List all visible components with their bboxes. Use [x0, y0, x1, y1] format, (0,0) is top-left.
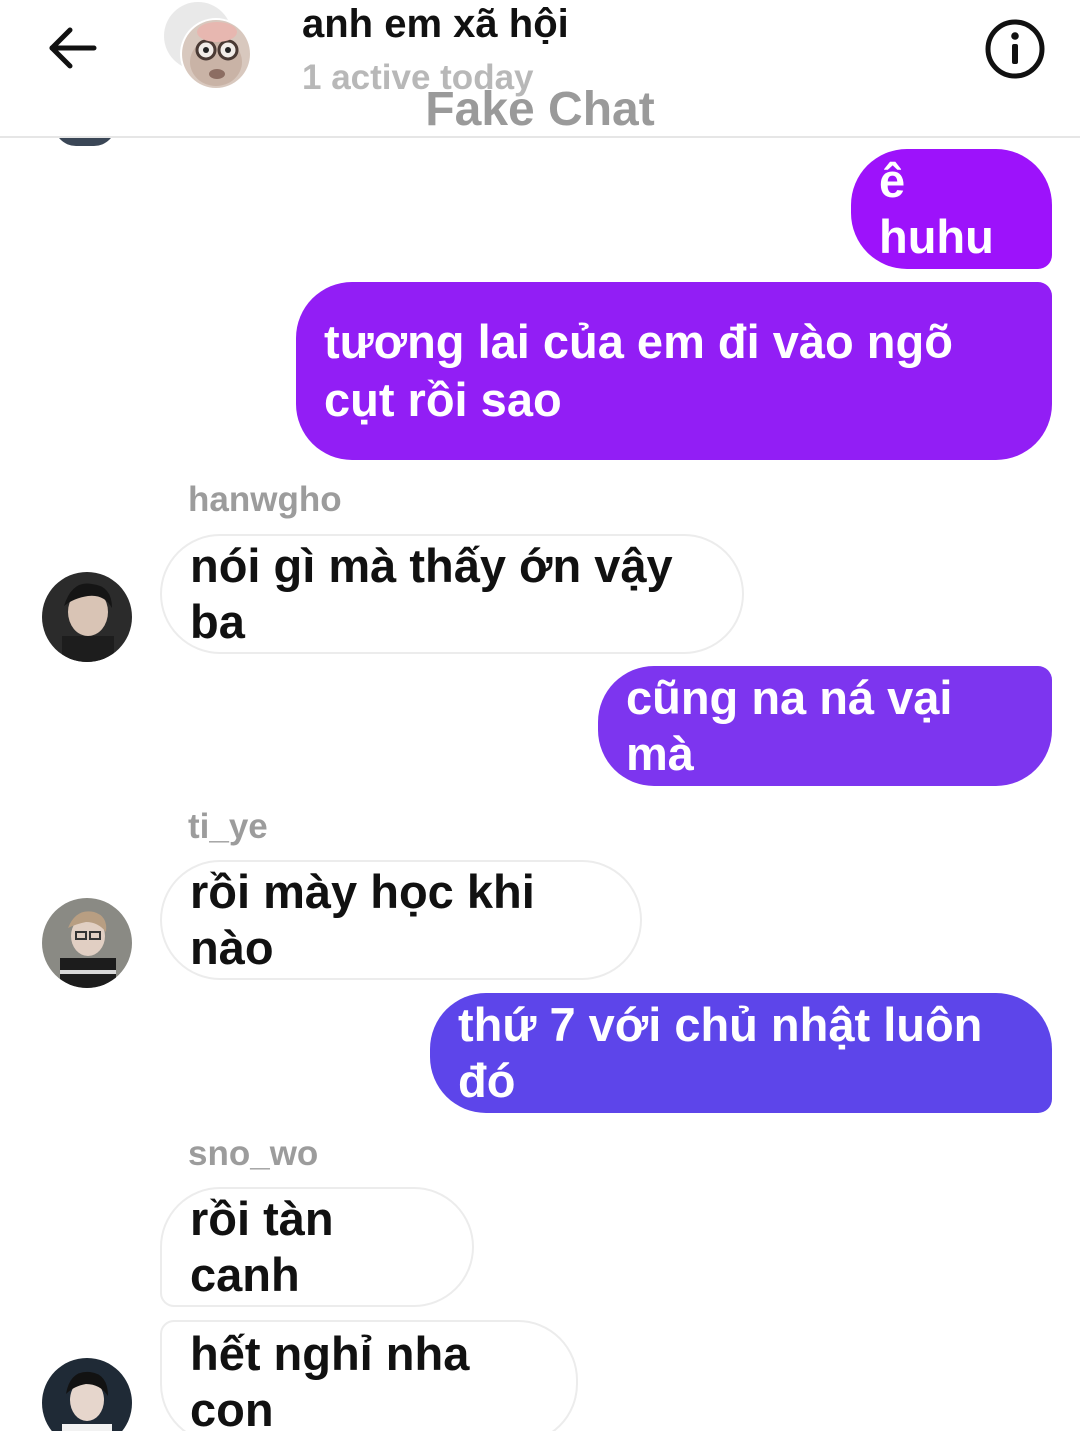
outgoing-message-bubble[interactable]: thứ 7 với chủ nhật luôn đó [430, 993, 1052, 1113]
arrow-left-icon [49, 27, 97, 69]
chat-header: anh em xã hội 1 active today Fake Chat [0, 0, 1080, 138]
avatar[interactable] [42, 898, 132, 988]
chat-title[interactable]: anh em xã hội [302, 2, 569, 47]
message-text: rồi tàn canh [190, 1192, 334, 1301]
outgoing-message-bubble[interactable]: cũng na ná vại mà [598, 666, 1052, 786]
message-text: thứ 7 với chủ nhật luôn đó [458, 998, 983, 1107]
avatar[interactable] [42, 572, 132, 662]
incoming-message-bubble[interactable]: hết nghỉ nha con [160, 1320, 578, 1431]
message-text: cũng na ná vại mà [626, 671, 953, 780]
sender-name: ti_ye [188, 807, 268, 846]
incoming-message-bubble[interactable]: nói gì mà thấy ớn vậy ba [160, 534, 744, 654]
sender-name: sno_wo [188, 1134, 319, 1173]
info-icon [985, 19, 1045, 79]
watermark: Fake Chat [425, 83, 655, 136]
sender-name: hanwgho [188, 480, 342, 519]
back-button[interactable] [40, 20, 102, 76]
message-text: ê huhu [879, 154, 994, 263]
incoming-message-bubble[interactable]: rồi tàn canh [160, 1187, 474, 1307]
message-text: nói gì mà thấy ớn vậy ba [190, 539, 673, 648]
message-text: tương lai của em đi vào ngõ cụt rồi sao [324, 315, 953, 426]
message-text: hết nghỉ nha con [190, 1327, 470, 1431]
incoming-message-bubble[interactable]: rồi mày học khi nào [160, 860, 642, 980]
avatar[interactable] [42, 1358, 132, 1431]
message-text: rồi mày học khi nào [190, 865, 535, 974]
info-button[interactable] [984, 18, 1046, 80]
outgoing-message-bubble[interactable]: ê huhu [851, 149, 1052, 269]
outgoing-message-bubble[interactable]: tương lai của em đi vào ngõ cụt rồi sao [296, 282, 1052, 460]
